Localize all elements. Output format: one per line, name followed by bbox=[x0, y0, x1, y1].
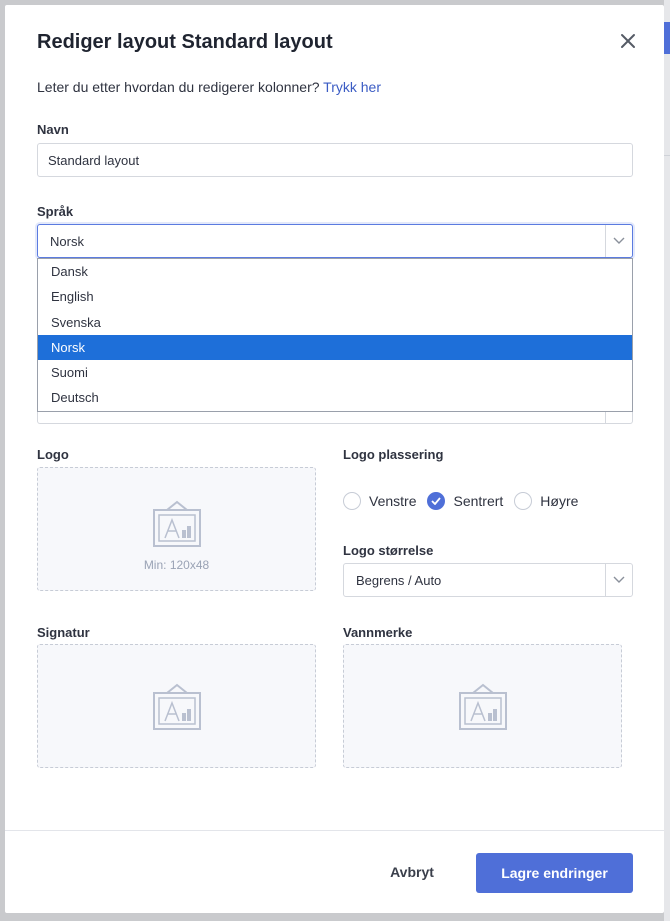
radio-hoyre[interactable]: Høyre bbox=[514, 492, 578, 510]
language-option-deutsch[interactable]: Deutsch bbox=[38, 385, 632, 410]
logo-min-size: Min: 120x48 bbox=[143, 558, 210, 572]
background-accent bbox=[664, 22, 670, 54]
watermark-label: Vannmerke bbox=[343, 625, 413, 640]
language-option-suomi[interactable]: Suomi bbox=[38, 360, 632, 385]
signature-upload-area[interactable] bbox=[37, 644, 316, 768]
chevron-down-icon bbox=[613, 576, 625, 583]
footer-divider bbox=[5, 830, 664, 831]
logo-upload-area[interactable]: Min: 120x48 bbox=[37, 467, 316, 591]
language-dropdown: Dansk English Svenska Norsk Suomi Deutsc… bbox=[37, 258, 633, 412]
radio-venstre[interactable]: Venstre bbox=[343, 492, 416, 510]
language-select-value: Norsk bbox=[50, 233, 84, 249]
logo-size-select-value: Begrens / Auto bbox=[356, 572, 442, 588]
language-label: Språk bbox=[37, 204, 74, 219]
logo-size-label: Logo størrelse bbox=[343, 543, 434, 558]
radio-sentrert[interactable]: Sentrert bbox=[427, 492, 503, 510]
language-select[interactable]: Norsk bbox=[37, 224, 633, 258]
language-option-dansk[interactable]: Dansk bbox=[38, 259, 632, 284]
language-option-norsk[interactable]: Norsk bbox=[38, 334, 632, 361]
logo-position-label: Logo plassering bbox=[343, 447, 444, 462]
background-divider bbox=[664, 155, 670, 156]
save-changes-button[interactable]: Lagre endringer bbox=[476, 853, 633, 893]
watermark-upload-area[interactable] bbox=[343, 644, 622, 768]
signature-label: Signatur bbox=[37, 625, 90, 640]
help-text: Leter du etter hvordan du redigerer kolo… bbox=[37, 79, 381, 95]
obscured-select-field bbox=[37, 412, 633, 424]
name-input-value: Standard layout bbox=[48, 152, 140, 168]
logo-size-select-toggle[interactable] bbox=[605, 564, 632, 596]
chevron-down-icon bbox=[613, 237, 625, 244]
radio-circle[interactable] bbox=[343, 492, 361, 510]
radio-circle[interactable] bbox=[514, 492, 533, 510]
radio-label: Høyre bbox=[540, 493, 579, 509]
dialog-title: Rediger layout Standard layout bbox=[37, 31, 333, 53]
logo-size-select[interactable]: Begrens / Auto bbox=[343, 563, 633, 597]
logo-label: Logo bbox=[37, 447, 69, 462]
help-text-label: Leter du etter hvordan du redigerer kolo… bbox=[37, 79, 320, 95]
close-icon[interactable] bbox=[617, 30, 639, 52]
language-option-svenska[interactable]: Svenska bbox=[38, 310, 632, 335]
background-page-edge bbox=[664, 0, 670, 921]
name-input[interactable]: Standard layout bbox=[37, 143, 633, 177]
image-placeholder-icon bbox=[153, 500, 201, 547]
image-placeholder-icon bbox=[153, 683, 201, 730]
cancel-button[interactable]: Avbryt bbox=[365, 858, 459, 886]
radio-checked-icon[interactable] bbox=[427, 492, 446, 510]
name-label: Navn bbox=[37, 122, 69, 137]
help-link[interactable]: Trykk her bbox=[323, 79, 381, 95]
image-placeholder-icon bbox=[459, 683, 507, 730]
language-option-english[interactable]: English bbox=[38, 284, 632, 309]
radio-label: Venstre bbox=[369, 493, 417, 509]
language-select-toggle[interactable] bbox=[605, 225, 632, 257]
logo-position-group: Venstre Sentrert Høyre bbox=[343, 492, 589, 510]
radio-label: Sentrert bbox=[453, 493, 504, 509]
edit-layout-dialog: Rediger layout Standard layout Leter du … bbox=[5, 5, 664, 913]
obscured-select-toggle bbox=[605, 412, 632, 424]
